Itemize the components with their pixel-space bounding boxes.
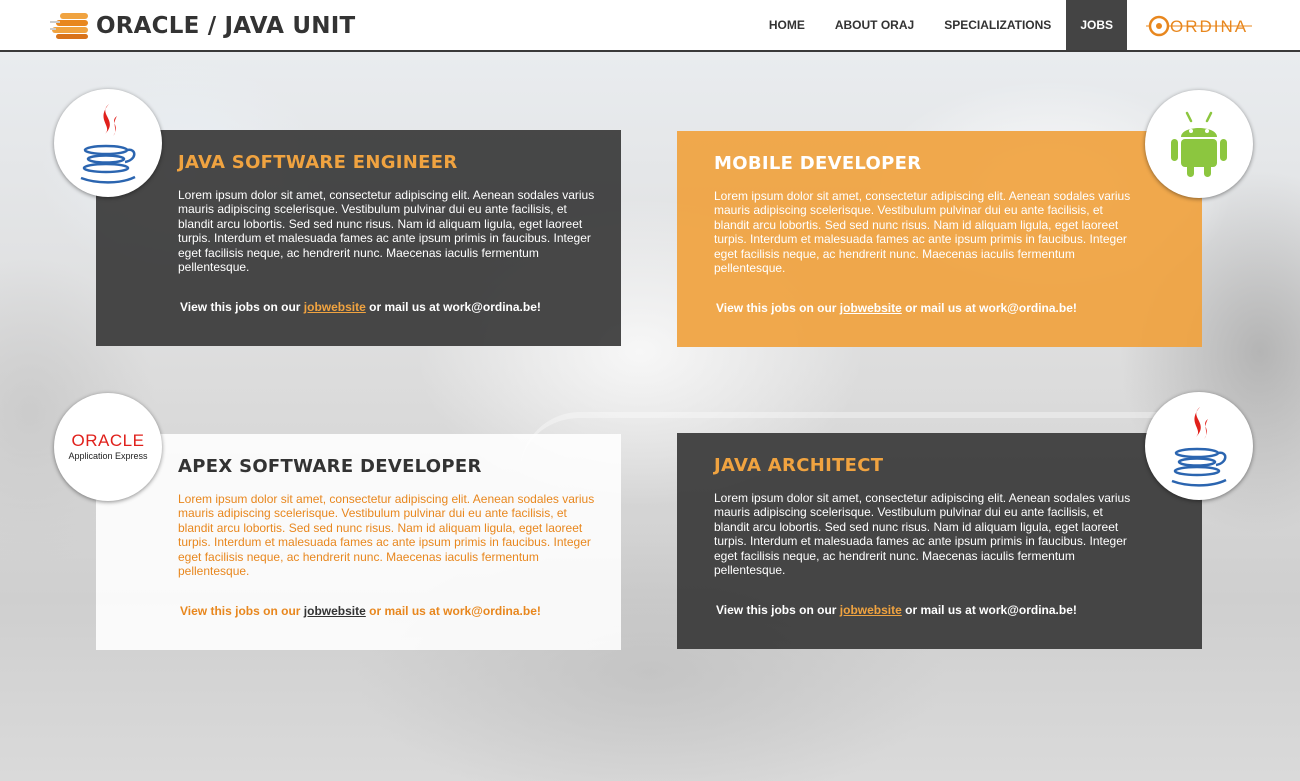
contact-prefix: View this jobs on our: [716, 301, 840, 315]
nav-about-oraj[interactable]: ABOUT ORAJ: [820, 0, 929, 50]
android-badge: [1145, 90, 1253, 198]
jobwebsite-link[interactable]: jobwebsite: [840, 301, 902, 315]
java-badge: [1145, 392, 1253, 500]
contact-prefix: View this jobs on our: [180, 300, 304, 314]
jobwebsite-link[interactable]: jobwebsite: [840, 603, 902, 617]
job-contact-line: View this jobs on our jobwebsite or mail…: [716, 603, 1077, 617]
nav-specializations[interactable]: SPECIALIZATIONS: [929, 0, 1066, 50]
job-description: Lorem ipsum dolor sit amet, consectetur …: [178, 188, 595, 275]
jobwebsite-link[interactable]: jobwebsite: [304, 604, 366, 618]
oracle-apex-badge: ORACLE Application Express: [54, 393, 162, 501]
job-description: Lorem ipsum dolor sit amet, consectetur …: [714, 491, 1131, 578]
job-card-java-architect: JAVA ARCHITECT Lorem ipsum dolor sit ame…: [677, 433, 1202, 649]
main-nav: HOME ABOUT ORAJ SPECIALIZATIONS JOBS: [754, 0, 1127, 50]
job-title: JAVA SOFTWARE ENGINEER: [178, 152, 458, 173]
java-badge: [54, 89, 162, 197]
site-logo[interactable]: ORACLE / JAVA UNIT: [50, 12, 355, 40]
contact-suffix: or mail us at work@ordina.be!: [901, 301, 1077, 315]
contact-suffix: or mail us at work@ordina.be!: [365, 300, 541, 314]
oracle-apex-logo: ORACLE: [71, 431, 145, 450]
job-description: Lorem ipsum dolor sit amet, consectetur …: [178, 492, 595, 579]
job-title: MOBILE DEVELOPER: [714, 153, 922, 174]
logo-text: ORACLE / JAVA UNIT: [96, 13, 356, 39]
java-cup-icon: [80, 104, 136, 184]
job-card-apex-software-developer: APEX SOFTWARE DEVELOPER Lorem ipsum dolo…: [96, 434, 621, 650]
nav-home[interactable]: HOME: [754, 0, 820, 50]
site-header: ORACLE / JAVA UNIT HOME ABOUT ORAJ SPECI…: [0, 0, 1300, 52]
job-contact-line: View this jobs on our jobwebsite or mail…: [716, 301, 1077, 315]
job-card-mobile-developer: MOBILE DEVELOPER Lorem ipsum dolor sit a…: [677, 131, 1202, 347]
jobwebsite-link[interactable]: jobwebsite: [304, 300, 366, 314]
contact-suffix: or mail us at work@ordina.be!: [901, 603, 1077, 617]
java-cup-icon: [1171, 407, 1227, 487]
job-title: JAVA ARCHITECT: [714, 455, 884, 476]
job-description: Lorem ipsum dolor sit amet, consectetur …: [714, 189, 1131, 276]
oracle-apex-subtitle: Application Express: [68, 451, 148, 461]
contact-prefix: View this jobs on our: [180, 604, 304, 618]
android-icon: [1171, 111, 1227, 177]
job-card-java-software-engineer: JAVA SOFTWARE ENGINEER Lorem ipsum dolor…: [96, 130, 621, 346]
stacked-disks-icon: [50, 13, 88, 39]
contact-prefix: View this jobs on our: [716, 603, 840, 617]
job-contact-line: View this jobs on our jobwebsite or mail…: [180, 300, 541, 314]
ordina-logo[interactable]: ORDINA: [1146, 14, 1252, 38]
ordina-logo-text: ORDINA: [1170, 17, 1248, 36]
job-title: APEX SOFTWARE DEVELOPER: [178, 456, 482, 477]
contact-suffix: or mail us at work@ordina.be!: [365, 604, 541, 618]
nav-jobs[interactable]: JOBS: [1066, 0, 1127, 50]
job-contact-line: View this jobs on our jobwebsite or mail…: [180, 604, 541, 618]
